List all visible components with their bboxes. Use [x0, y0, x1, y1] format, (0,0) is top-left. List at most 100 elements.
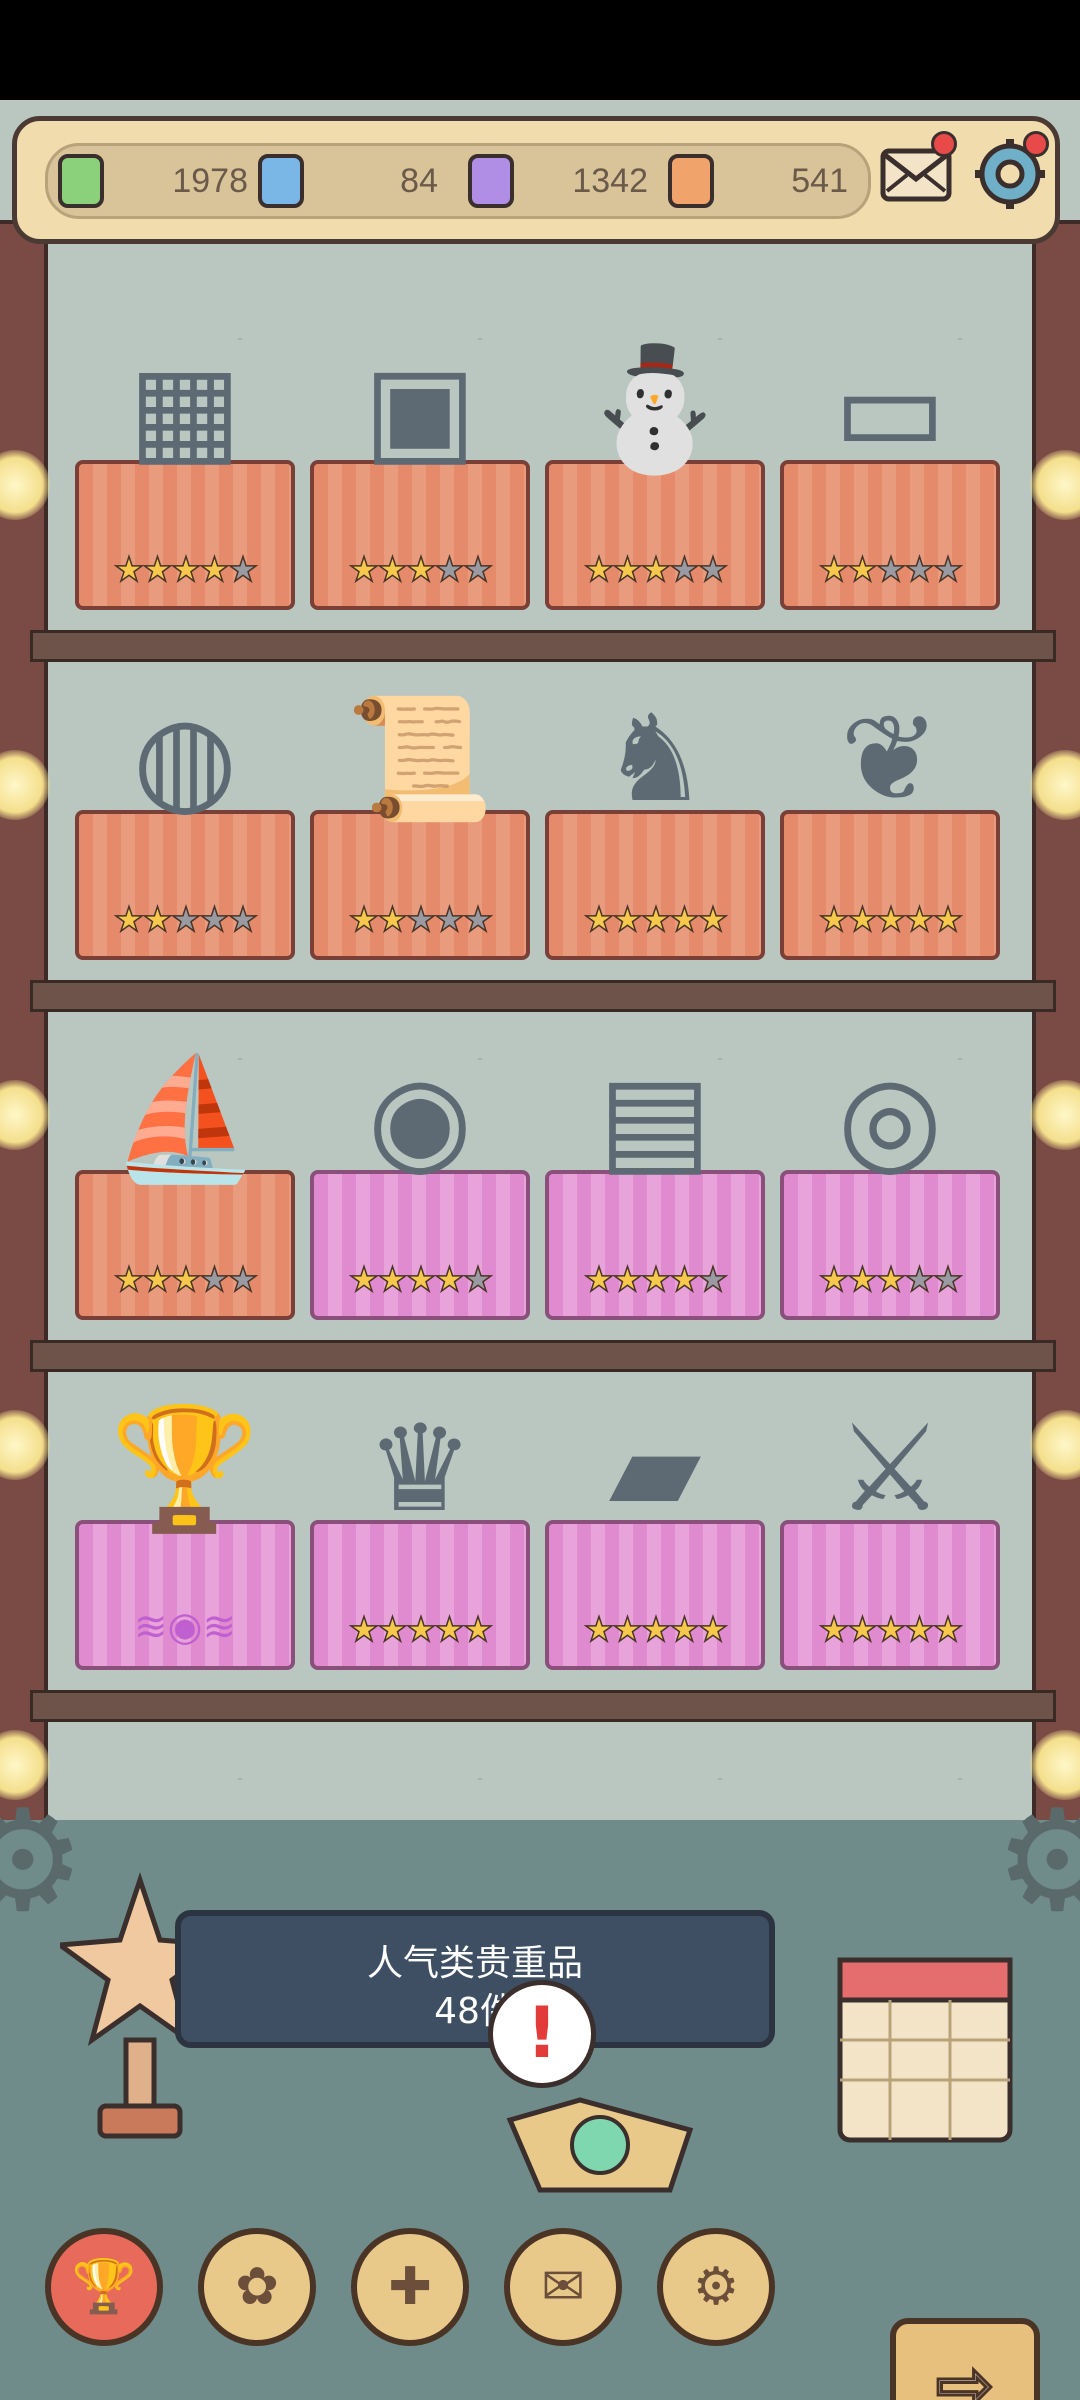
star-rating: ★★★★★ — [75, 899, 295, 941]
star-empty-icon: ★ — [462, 899, 494, 941]
star-filled-icon: ★ — [462, 1609, 494, 1651]
star-filled-icon: ★ — [612, 1259, 644, 1301]
scroll-icon: ✉ — [541, 2257, 585, 2317]
star-filled-icon: ★ — [405, 549, 437, 591]
blue-ink-bottle-icon — [258, 154, 304, 208]
collection-slot-green-leaf[interactable]: ❦ ★★★★★ — [780, 680, 1000, 1020]
star-filled-icon: ★ — [640, 549, 672, 591]
collection-slot-sailing-ships[interactable]: ⛵ ★★★★★ — [75, 1040, 295, 1380]
star-empty-icon: ★ — [433, 549, 465, 591]
star-filled-icon: ★ — [583, 1609, 615, 1651]
rose-icon: ✿ — [235, 2257, 279, 2317]
rose-tab[interactable]: ✿ — [198, 2228, 316, 2346]
star-empty-icon: ★ — [697, 1259, 729, 1301]
scroll-tab[interactable]: ✉ — [504, 2228, 622, 2346]
collection-slot-portrait-coin[interactable]: ◉ ★★★★★ — [310, 1040, 530, 1380]
star-filled-icon: ★ — [847, 1259, 879, 1301]
star-rating: ★★★★★ — [780, 549, 1000, 591]
arrow-right-icon: ⇨ — [934, 2343, 996, 2400]
collection-slot-rubiks-cube[interactable]: ▦ ★★★★★ — [75, 330, 295, 670]
resource-blue-value: 84 — [400, 162, 438, 200]
star-rating: ★★★★★ — [780, 899, 1000, 941]
gear-tab[interactable]: ⚙ — [657, 2228, 775, 2346]
collection-slot-arcade-machine[interactable]: ▣ ★★★★★ — [310, 330, 530, 670]
notification-dot — [931, 131, 957, 157]
ice-dragon-statue-icon: ♞ — [601, 690, 709, 829]
collection-slot-stone-tablet-sign[interactable]: ▭ ★★★★★ — [780, 330, 1000, 670]
sword-throne-icon: ⚔ — [836, 1400, 944, 1539]
star-rating: ★★★★★ — [310, 899, 530, 941]
star-filled-icon: ★ — [875, 1609, 907, 1651]
star-filled-icon: ★ — [668, 899, 700, 941]
trophy-icon: 🏆 — [71, 2257, 137, 2317]
collection-slot-ice-dragon-statue[interactable]: ♞ ★★★★★ — [545, 680, 765, 1020]
collection-slot-sword-throne[interactable]: ⚔ ★★★★★ — [780, 1390, 1000, 1730]
calendar-icon[interactable] — [830, 1940, 1020, 2150]
star-empty-icon: ★ — [697, 549, 729, 591]
star-filled-icon: ★ — [377, 1259, 409, 1301]
rosetta-stone-icon: ▰ — [608, 1400, 702, 1539]
puzzle-tab[interactable]: ✚ — [351, 2228, 469, 2346]
collection-slot-rosetta-stone[interactable]: ▰ ★★★★★ — [545, 1390, 765, 1730]
star-empty-icon: ★ — [903, 1259, 935, 1301]
star-filled-icon: ★ — [847, 1609, 879, 1651]
sailing-ships-icon: ⛵ — [110, 1050, 260, 1189]
star-empty-icon: ★ — [932, 1259, 964, 1301]
star-filled-icon: ★ — [903, 1609, 935, 1651]
star-empty-icon: ★ — [668, 549, 700, 591]
star-filled-icon: ★ — [818, 1259, 850, 1301]
star-empty-icon: ★ — [462, 549, 494, 591]
green-leaf-icon: ❦ — [839, 690, 941, 829]
arcade-machine-icon: ▣ — [363, 340, 477, 479]
collection-slot-globe-on-stand[interactable]: ◍ ★★★★★ — [75, 680, 295, 1020]
star-filled-icon: ★ — [903, 899, 935, 941]
star-filled-icon: ★ — [348, 1609, 380, 1651]
star-filled-icon: ★ — [932, 899, 964, 941]
star-filled-icon: ★ — [818, 1609, 850, 1651]
star-filled-icon: ★ — [697, 1609, 729, 1651]
globe-on-stand-icon: ◍ — [132, 690, 238, 829]
star-filled-icon: ★ — [113, 899, 145, 941]
item-count: 48件 — [434, 1991, 516, 2032]
star-rating: ★★★★★ — [780, 1609, 1000, 1651]
star-empty-icon: ★ — [875, 549, 907, 591]
star-filled-icon: ★ — [377, 1609, 409, 1651]
star-filled-icon: ★ — [142, 549, 174, 591]
collection-slot-declaration-document[interactable]: 📜 ★★★★★ — [310, 680, 530, 1020]
star-empty-icon: ★ — [227, 1259, 259, 1301]
exclamation-alert-icon[interactable]: ! — [488, 1980, 596, 2088]
goblet-in-bell-jar-icon: 🏆 — [110, 1400, 260, 1539]
gear-decoration-icon: ⚙ — [994, 1780, 1080, 1943]
resource-purple: 1342 — [468, 152, 648, 210]
resource-orange-value: 541 — [791, 162, 848, 200]
map-scroll-icon[interactable] — [500, 2090, 700, 2200]
star-rating: ★★★★★ — [75, 1259, 295, 1301]
collection-slot-statue-globe[interactable]: ⛄ ★★★★★ — [545, 330, 765, 670]
star-filled-icon: ★ — [875, 899, 907, 941]
category-plaque: 人气类贵重品 48件 — [175, 1910, 775, 2048]
purple-ink-bottle-icon — [468, 154, 514, 208]
top-resource-bar: 1978 84 1342 541 — [12, 116, 1060, 244]
game-screen: 1978 84 1342 541 ▦ ★★★★★ ▣ ★★★★★ ⛄ ★★★★★… — [0, 100, 1080, 2400]
winged-eye-icon: ≋◉≋ — [134, 1604, 236, 1650]
next-arrow-button[interactable]: ⇨ — [890, 2318, 1040, 2400]
collection-slot-twisted-ring[interactable]: ◎ ★★★★★ — [780, 1040, 1000, 1380]
collection-slot-world-cup-trophy[interactable]: ♛ ★★★★★ — [310, 1390, 530, 1730]
star-filled-icon: ★ — [348, 899, 380, 941]
mail-button[interactable] — [877, 131, 959, 213]
star-empty-icon: ★ — [227, 549, 259, 591]
resource-purple-value: 1342 — [572, 162, 648, 200]
star-filled-icon: ★ — [847, 899, 879, 941]
star-filled-icon: ★ — [170, 549, 202, 591]
collection-slot-framed-portrait[interactable]: ▤ ★★★★★ — [545, 1040, 765, 1380]
star-filled-icon: ★ — [668, 1259, 700, 1301]
settings-button[interactable] — [969, 131, 1051, 213]
star-filled-icon: ★ — [583, 1259, 615, 1301]
collection-slot-goblet-in-bell-jar[interactable]: 🏆 ≋◉≋ — [75, 1390, 295, 1730]
star-filled-icon: ★ — [640, 1259, 672, 1301]
resource-green: 1978 — [58, 152, 248, 210]
star-empty-icon: ★ — [405, 899, 437, 941]
trophy-tab[interactable]: 🏆 — [45, 2228, 163, 2346]
resource-green-value: 1978 — [172, 162, 248, 200]
star-filled-icon: ★ — [697, 899, 729, 941]
